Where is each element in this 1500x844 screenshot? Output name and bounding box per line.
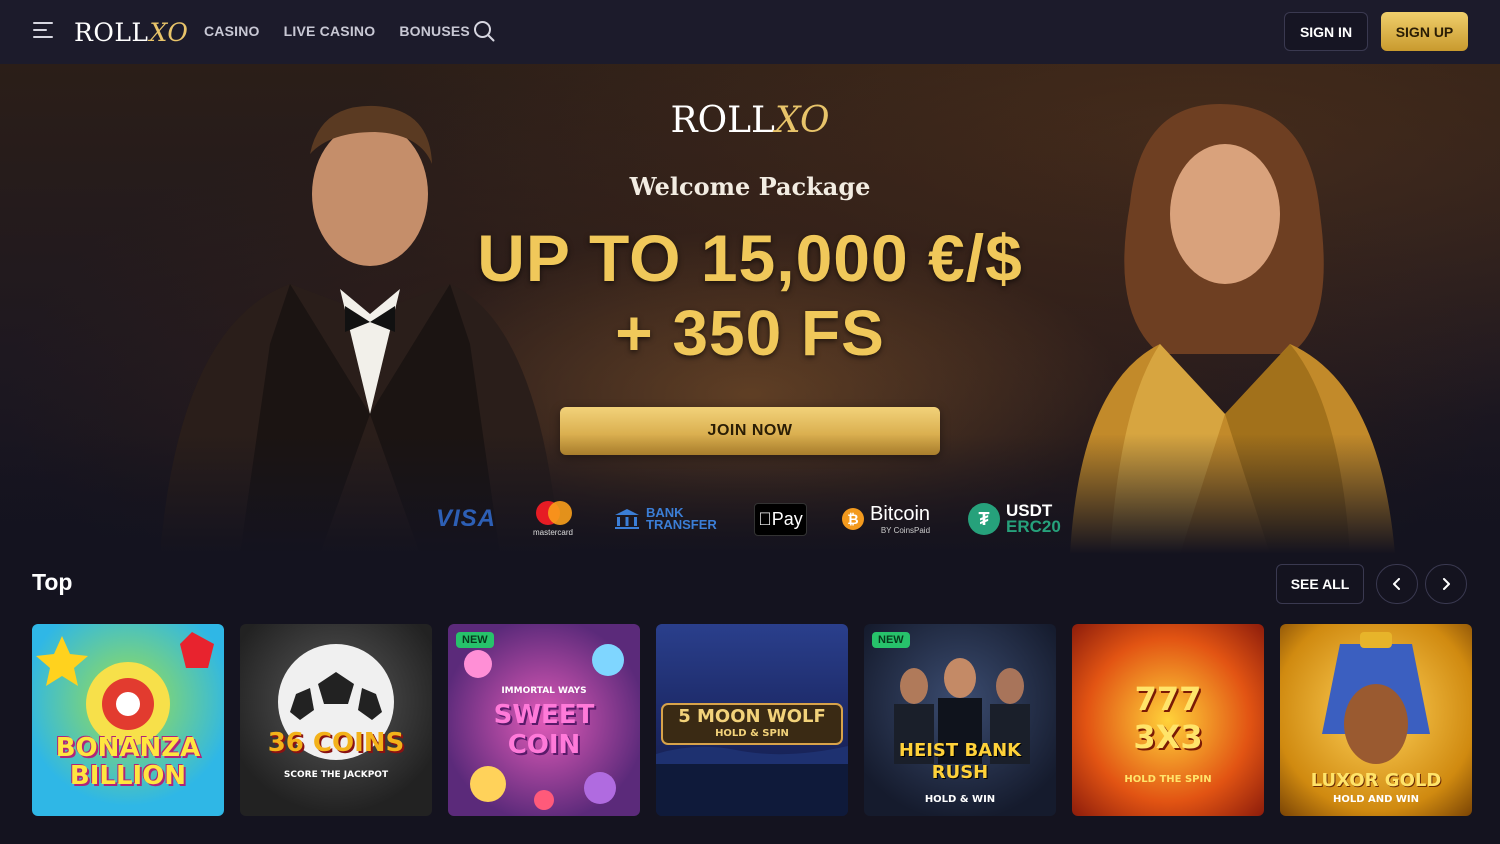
game-subtitle: HOLD AND WIN (1332, 794, 1420, 805)
carousel-prev-button[interactable] (1376, 564, 1418, 604)
game-art-heist (894, 658, 1030, 764)
game-title: SWEET COIN (493, 700, 595, 760)
chevron-right-icon (1443, 578, 1450, 590)
usdt-sub: ERC20 (1006, 517, 1061, 536)
sign-up-button[interactable]: SIGN UP (1381, 12, 1468, 51)
see-all-button[interactable]: SEE ALL (1276, 564, 1364, 604)
game-tile[interactable]: LUXOR GOLD HOLD AND WIN (1280, 624, 1472, 816)
hero-fade (0, 434, 1500, 554)
game-subtitle: HOLD & WIN (924, 794, 996, 805)
menu-icon[interactable] (33, 22, 55, 40)
nav-bonuses[interactable]: BONUSES (399, 23, 470, 39)
game-tile[interactable]: NEW HEIST BANK RUSH HOLD & WIN (864, 624, 1056, 816)
game-title: LUXOR GOLD (1310, 770, 1442, 791)
game-title: HEIST BANK RUSH (898, 740, 1022, 783)
hero-logo: ROLLXO (0, 100, 1500, 141)
hero-subtitle: Welcome Package (629, 172, 871, 201)
new-badge: NEW (456, 632, 494, 648)
hero-logo-accent: XO (774, 100, 830, 141)
section-title-top: Top (32, 569, 73, 595)
game-list: BONANZA BILLION 36 COINS SCORE THE JACKP… (32, 624, 1472, 816)
game-subtitle: HOLD & SPIN (715, 728, 789, 739)
apple-pay-label: Pay (764, 509, 803, 529)
hero-amount: UP TO 15,000 €/$ (477, 221, 1023, 295)
apple-pay-logo: Pay (754, 503, 807, 536)
visa-logo: VISA (436, 505, 497, 532)
new-badge: NEW (872, 632, 910, 648)
bitcoin-sub: BY CoinsPaid (880, 526, 931, 535)
usdt-logo: ₮ USDT ERC20 (968, 497, 1061, 541)
hero-logo-text: ROLL (670, 100, 775, 141)
game-tile[interactable]: NEW IMMORTAL WAYS SWEET COIN (448, 624, 640, 816)
tether-icon: ₮ (968, 503, 1000, 535)
bank-line2: TRANSFER (646, 517, 717, 532)
game-title: 36 COINS (267, 728, 405, 758)
hero-banner[interactable]: ROLLXO Welcome Package UP TO 15,000 €/$ … (0, 64, 1500, 554)
game-title: 777 3X3 (1133, 680, 1203, 756)
bank-transfer-logo: BANK TRANSFER (614, 497, 717, 541)
bitcoin-logo: ₿ Bitcoin BY CoinsPaid (842, 497, 930, 541)
mastercard-logo: mastercard (532, 497, 574, 541)
sign-in-button[interactable]: SIGN IN (1284, 12, 1368, 51)
bank-icon (615, 509, 639, 529)
mastercard-label: mastercard (532, 528, 573, 537)
chevron-left-icon (1393, 578, 1400, 590)
nav-casino[interactable]: CASINO (204, 23, 260, 39)
main-nav: CASINO LIVE CASINO BONUSES (204, 23, 470, 39)
game-subtitle: IMMORTAL WAYS (501, 686, 587, 696)
game-tile[interactable]: 5 MOON WOLF HOLD & SPIN (656, 624, 848, 816)
logo-accent: XO (149, 17, 189, 47)
game-tile[interactable]: 36 COINS SCORE THE JACKPOT (240, 624, 432, 816)
game-art-coins (278, 644, 394, 760)
nav-live-casino[interactable]: LIVE CASINO (284, 23, 376, 39)
apple-icon:  (758, 509, 772, 530)
game-subtitle: SCORE THE JACKPOT (283, 770, 389, 780)
game-title: 5 MOON WOLF (678, 706, 826, 727)
bitcoin-icon: ₿ (842, 508, 864, 530)
bitcoin-label: Bitcoin (870, 503, 931, 525)
top-header: ROLL XO CASINO LIVE CASINO BONUSES SIGN I… (0, 0, 1500, 64)
hero-free-spins: + 350 FS (615, 297, 885, 369)
game-title: BONANZA BILLION (55, 733, 201, 791)
game-tile[interactable]: 777 3X3 HOLD THE SPIN (1072, 624, 1264, 816)
game-tile[interactable]: BONANZA BILLION (32, 624, 224, 816)
site-logo[interactable]: ROLL XO (74, 14, 188, 50)
carousel-next-button[interactable] (1425, 564, 1467, 604)
game-subtitle: HOLD THE SPIN (1124, 774, 1212, 785)
logo-text: ROLL (74, 17, 149, 47)
search-icon[interactable] (473, 20, 495, 42)
